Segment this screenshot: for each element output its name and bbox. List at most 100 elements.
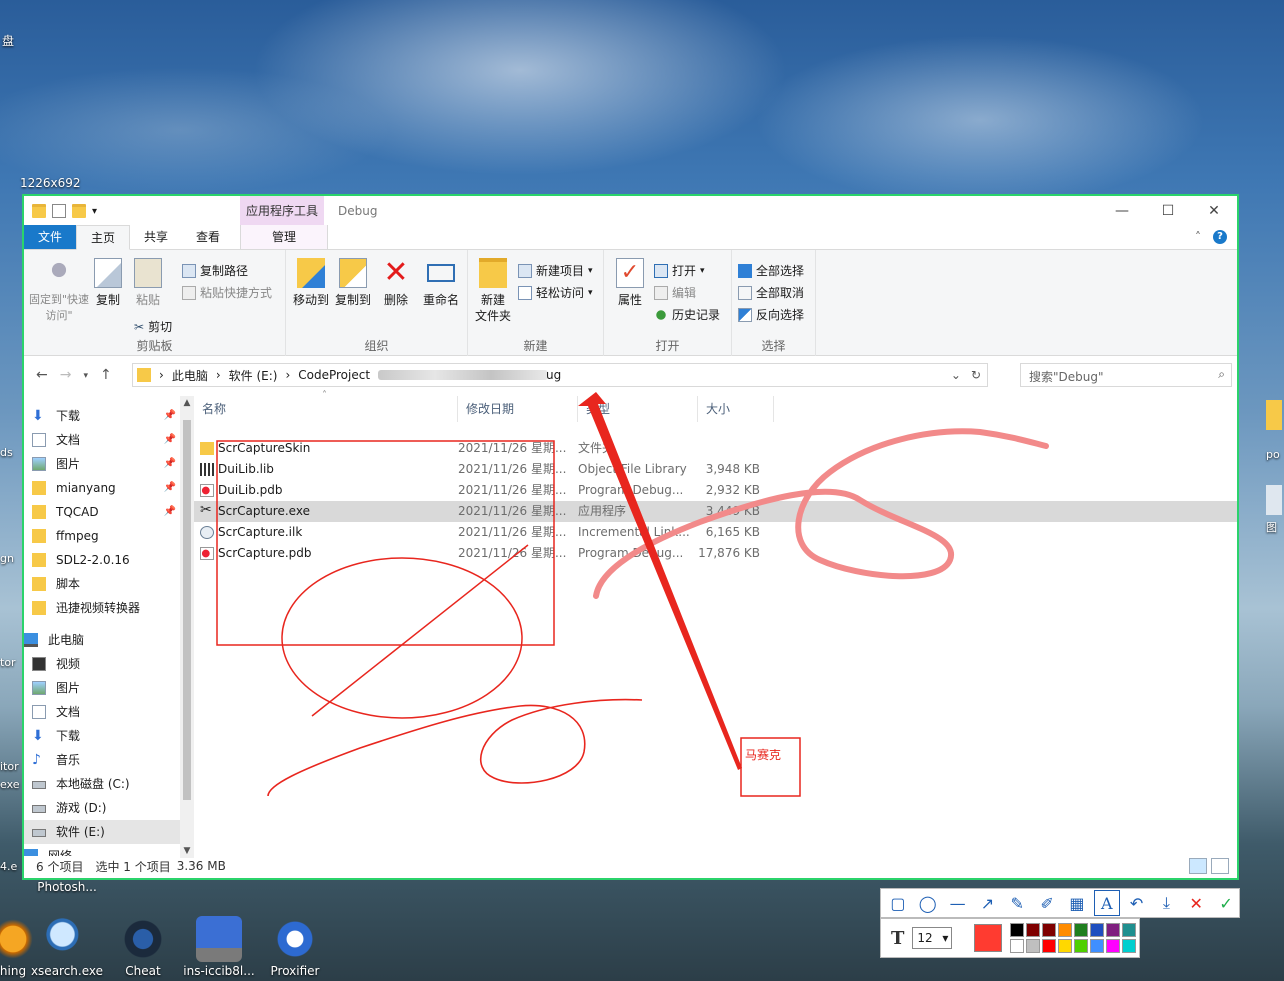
cheat-engine-desktop-icon[interactable]: Cheat <box>106 916 180 978</box>
table-row[interactable]: ScrCapture.pdb 2021/11/26 星期... Program … <box>194 543 1237 564</box>
color-swatch[interactable] <box>1058 939 1073 953</box>
pin-icon[interactable]: 📌 <box>164 428 176 452</box>
table-row[interactable]: ScrCapture.ilk 2021/11/26 星期... Incremen… <box>194 522 1237 543</box>
open-button[interactable]: 打开 ▾ <box>654 262 705 279</box>
new-folder-button[interactable]: 新建 文件夹 <box>472 258 514 324</box>
ellipse-tool-icon[interactable]: ◯ <box>915 890 941 916</box>
mosaic-tool-icon[interactable]: ▦ <box>1064 890 1090 916</box>
refresh-icon[interactable]: ↻ <box>971 368 981 382</box>
nav-item-downloads[interactable]: ⬇ 下载 📌 <box>24 404 180 428</box>
properties-icon[interactable] <box>52 204 66 218</box>
tab-file[interactable]: 文件 <box>24 225 77 249</box>
color-swatch[interactable] <box>1074 939 1089 953</box>
maximize-icon[interactable]: ☐ <box>1145 196 1191 226</box>
nav-item-music[interactable]: ♪ 音乐 <box>24 748 180 772</box>
move-to-button[interactable]: 移动到 <box>290 258 332 308</box>
column-header-date[interactable]: 修改日期 <box>458 396 578 422</box>
color-swatch[interactable] <box>1010 939 1025 953</box>
nav-item-videos[interactable]: 视频 <box>24 652 180 676</box>
select-all-button[interactable]: 全部选择 <box>738 262 804 279</box>
nav-item-documents[interactable]: 文档 📌 <box>24 428 180 452</box>
marker-tool-icon[interactable]: ✐ <box>1034 890 1060 916</box>
minimize-icon[interactable]: — <box>1099 196 1145 226</box>
nav-item-sdl2[interactable]: SDL2-2.0.16 <box>24 548 180 572</box>
color-swatch[interactable] <box>1090 923 1105 937</box>
breadcrumb-item[interactable]: CodeProject <box>298 368 370 382</box>
text-tool-icon[interactable]: A <box>1093 890 1120 916</box>
pin-icon[interactable]: 📌 <box>164 476 176 500</box>
network-desktop-icon[interactable]: ins-iccib8l... <box>182 916 256 978</box>
address-dropdown-icon[interactable]: ⌄ <box>951 368 961 382</box>
color-swatch[interactable] <box>1042 939 1057 953</box>
paste-button[interactable]: 粘贴 <box>130 258 166 308</box>
nav-item-scripts[interactable]: 脚本 <box>24 572 180 596</box>
customize-toolbar-icon[interactable]: ▾ <box>92 206 97 217</box>
paste-shortcut-button[interactable]: 粘贴快捷方式 <box>182 284 272 301</box>
cut-button[interactable]: ✂ 剪切 <box>134 318 172 335</box>
copy-path-button[interactable]: 复制路径 <box>182 262 248 279</box>
address-bar[interactable]: › 此电脑 › 软件 (E:) › CodeProject ug ⌄ ↻ <box>132 363 988 387</box>
recent-locations-icon[interactable]: ▾ <box>83 367 88 385</box>
rename-button[interactable]: 重命名 <box>420 258 462 308</box>
invert-selection-button[interactable]: 反向选择 <box>738 306 804 323</box>
tab-home[interactable]: 主页 <box>76 225 131 250</box>
breadcrumb-item[interactable]: 此电脑 <box>172 367 208 384</box>
undo-icon[interactable]: ↶ <box>1124 890 1150 916</box>
tab-manage[interactable]: 管理 <box>240 225 329 249</box>
color-swatch[interactable] <box>1026 923 1041 937</box>
color-swatch[interactable] <box>1106 923 1121 937</box>
breadcrumb-item-tail[interactable]: ug <box>546 368 561 382</box>
desktop-right-icon[interactable] <box>1266 400 1282 430</box>
tab-view[interactable]: 查看 <box>182 225 234 249</box>
nav-item-video-converter[interactable]: 迅捷视频转换器 <box>24 596 180 620</box>
pin-icon[interactable]: 📌 <box>164 404 176 428</box>
font-size-select[interactable]: 12 <box>912 927 953 949</box>
color-swatch[interactable] <box>1058 923 1073 937</box>
large-icons-view-icon[interactable] <box>1211 858 1229 874</box>
easy-access-button[interactable]: 轻松访问 ▾ <box>518 284 593 301</box>
nav-item-pc-downloads[interactable]: ⬇ 下载 <box>24 724 180 748</box>
save-icon[interactable]: ⤓ <box>1153 890 1179 916</box>
details-view-icon[interactable] <box>1189 858 1207 874</box>
pin-quick-access-button[interactable]: 固定到"快速访问" <box>28 258 90 324</box>
delete-button[interactable]: ✕ 删除 <box>378 258 414 308</box>
forward-icon[interactable]: → <box>60 367 72 385</box>
up-icon[interactable]: ↑ <box>100 367 112 385</box>
nav-item-pictures[interactable]: 图片 📌 <box>24 452 180 476</box>
table-row[interactable]: DuiLib.pdb 2021/11/26 星期... Program Debu… <box>194 480 1237 501</box>
color-swatch[interactable] <box>1122 923 1137 937</box>
copy-to-button[interactable]: 复制到 <box>332 258 374 308</box>
back-icon[interactable]: ← <box>36 367 48 385</box>
proxifier-desktop-icon[interactable]: Proxifier <box>258 916 332 978</box>
nav-item-pc-pictures[interactable]: 图片 <box>24 676 180 700</box>
desktop-right-icon[interactable] <box>1266 485 1282 515</box>
confirm-icon[interactable]: ✓ <box>1213 890 1239 916</box>
nav-item-mianyang[interactable]: mianyang 📌 <box>24 476 180 500</box>
pen-tool-icon[interactable]: ✎ <box>1004 890 1030 916</box>
new-item-button[interactable]: 新建项目 ▾ <box>518 262 593 279</box>
xsearch-desktop-icon[interactable]: xsearch.exe <box>30 916 104 978</box>
pin-icon[interactable]: 📌 <box>164 452 176 476</box>
collapse-ribbon-icon[interactable]: ˄ <box>1195 230 1201 244</box>
rectangle-tool-icon[interactable]: ▢ <box>885 890 911 916</box>
pin-icon[interactable]: 📌 <box>164 500 176 524</box>
line-tool-icon[interactable]: — <box>945 890 971 916</box>
close-icon[interactable]: ✕ <box>1191 196 1237 226</box>
tab-share[interactable]: 共享 <box>130 225 182 249</box>
application-tools-tab[interactable]: 应用程序工具 <box>240 196 325 226</box>
table-row[interactable]: ScrCaptureSkin 2021/11/26 星期... 文件夹 <box>194 438 1237 459</box>
color-swatch[interactable] <box>1042 923 1057 937</box>
help-icon[interactable]: ? <box>1213 230 1227 244</box>
copy-button[interactable]: 复制 <box>90 258 126 308</box>
edit-button[interactable]: 编辑 <box>654 284 696 301</box>
table-row[interactable]: DuiLib.lib 2021/11/26 星期... Object File … <box>194 459 1237 480</box>
search-input[interactable]: 搜索"Debug" ⌕ <box>1020 363 1232 387</box>
column-header-size[interactable]: 大小 <box>698 396 774 422</box>
history-button[interactable]: 历史记录 <box>654 306 720 323</box>
photoshop-desktop-icon[interactable]: Photosh... <box>30 880 104 894</box>
nav-item-drive-c[interactable]: 本地磁盘 (C:) <box>24 772 180 796</box>
arrow-tool-icon[interactable]: ↗ <box>974 890 1000 916</box>
search-icon[interactable]: ⌕ <box>1218 367 1225 382</box>
column-header-type[interactable]: 类型 <box>578 396 698 422</box>
scrollbar-thumb[interactable] <box>183 420 191 800</box>
